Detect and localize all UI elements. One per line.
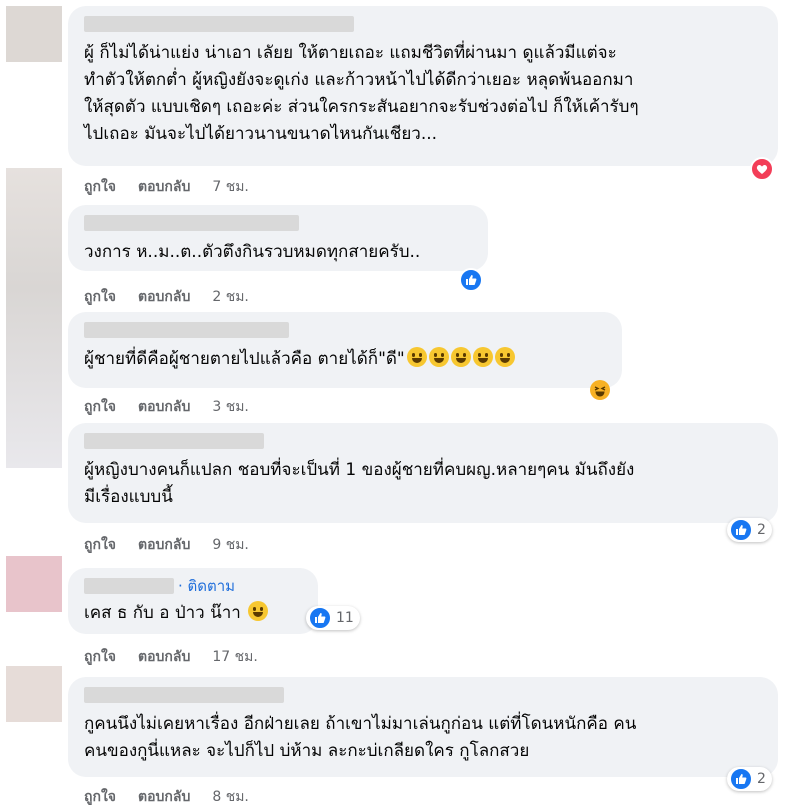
commenter-name[interactable] [84,215,299,231]
reaction-summary[interactable]: 2 [727,767,772,791]
comment-bubble: ผู้หญิงบางคนก็แปลก ชอบที่จะเป็นที่ 1 ของ… [68,423,778,523]
reaction-count: 2 [757,522,766,538]
love-icon [750,157,774,181]
sweat-smile-emoji [248,601,269,621]
comment-time[interactable]: 17 ชม. [212,646,257,668]
comment-bubble: ผู้ชายที่ดีคือผู้ชายตายไปแล้วคือ ตายได้ก… [68,312,622,388]
comment-text: เคส ธ กับ อ ป่าว น๊าา [84,600,302,627]
like-button[interactable]: ถูกใจ [84,786,116,808]
like-icon [459,268,483,292]
comment-time[interactable]: 7 ชม. [212,176,249,198]
commenter-name[interactable] [84,322,289,338]
grinning-emoji [428,347,449,367]
reaction-count: 2 [757,771,766,787]
comment-bubble: กูคนนึงไม่เคยหาเรื่อง อีกฝ่ายเลย ถ้าเขาไ… [68,677,778,777]
reaction-summary[interactable] [748,157,778,181]
comment-text: ผู้ชายที่ดีคือผู้ชายตายไปแล้วคือ ตายได้ก… [84,346,606,373]
reply-button[interactable]: ตอบกลับ [138,534,190,556]
avatar[interactable] [6,666,62,722]
comment-text: กูคนนึงไม่เคยหาเรื่อง อีกฝ่ายเลย ถ้าเขาไ… [84,714,637,761]
reaction-summary[interactable]: 11 [306,606,360,630]
like-icon [729,767,753,791]
reply-button[interactable]: ตอบกลับ [138,286,190,308]
reaction-count: 11 [336,610,354,626]
comment-text-body: เคส ธ กับ อ ป่าว น๊าา [84,603,241,623]
like-button[interactable]: ถูกใจ [84,534,116,556]
comment-bubble: วงการ ห..ม..ต..ตัวตึงกินรวบหมดทุกสายครับ… [68,205,488,271]
comment-time[interactable]: 3 ชม. [212,396,249,418]
reply-button[interactable]: ตอบกลับ [138,786,190,808]
grinning-emoji [494,347,515,367]
follow-link[interactable]: · ติดตาม [178,574,235,598]
grinning-emoji [450,347,471,367]
reaction-summary[interactable]: 2 [727,518,772,542]
like-icon [729,518,753,542]
reply-button[interactable]: ตอบกลับ [138,646,190,668]
like-icon [308,606,332,630]
like-button[interactable]: ถูกใจ [84,176,116,198]
haha-icon [590,380,610,400]
commenter-name[interactable] [84,687,284,703]
comment-bubble: · ติดตาม เคส ธ กับ อ ป่าว น๊าา [68,568,318,634]
like-button[interactable]: ถูกใจ [84,646,116,668]
like-button[interactable]: ถูกใจ [84,286,116,308]
commenter-name[interactable] [84,433,264,449]
reaction-summary[interactable] [457,268,487,292]
reaction-summary[interactable] [588,378,614,402]
comment-text-body: ผู้ชายที่ดีคือผู้ชายตายไปแล้วคือ ตายได้ก… [84,349,405,369]
comment-text: ผู้หญิงบางคนก็แปลก ชอบที่จะเป็นที่ 1 ของ… [84,460,635,507]
grinning-emoji [406,347,427,367]
comment-bubble: ผู้ ก็ไม่ได้น่าแย่ง น่าเอา เลัยย ให้ตายเ… [68,6,778,166]
comment-text: วงการ ห..ม..ต..ตัวตึงกินรวบหมดทุกสายครับ… [84,242,421,262]
avatar[interactable] [6,168,62,468]
like-button[interactable]: ถูกใจ [84,396,116,418]
commenter-name[interactable] [84,578,174,594]
comment-text: ผู้ ก็ไม่ได้น่าแย่ง น่าเอา เลัยย ให้ตายเ… [84,43,639,144]
avatar[interactable] [6,6,62,62]
comment-time[interactable]: 2 ชม. [212,286,249,308]
comment-time[interactable]: 9 ชม. [212,534,249,556]
reply-button[interactable]: ตอบกลับ [138,176,190,198]
commenter-name[interactable] [84,16,354,32]
avatar[interactable] [6,556,62,612]
grinning-emoji [472,347,493,367]
comment-time[interactable]: 8 ชม. [212,786,249,808]
reply-button[interactable]: ตอบกลับ [138,396,190,418]
